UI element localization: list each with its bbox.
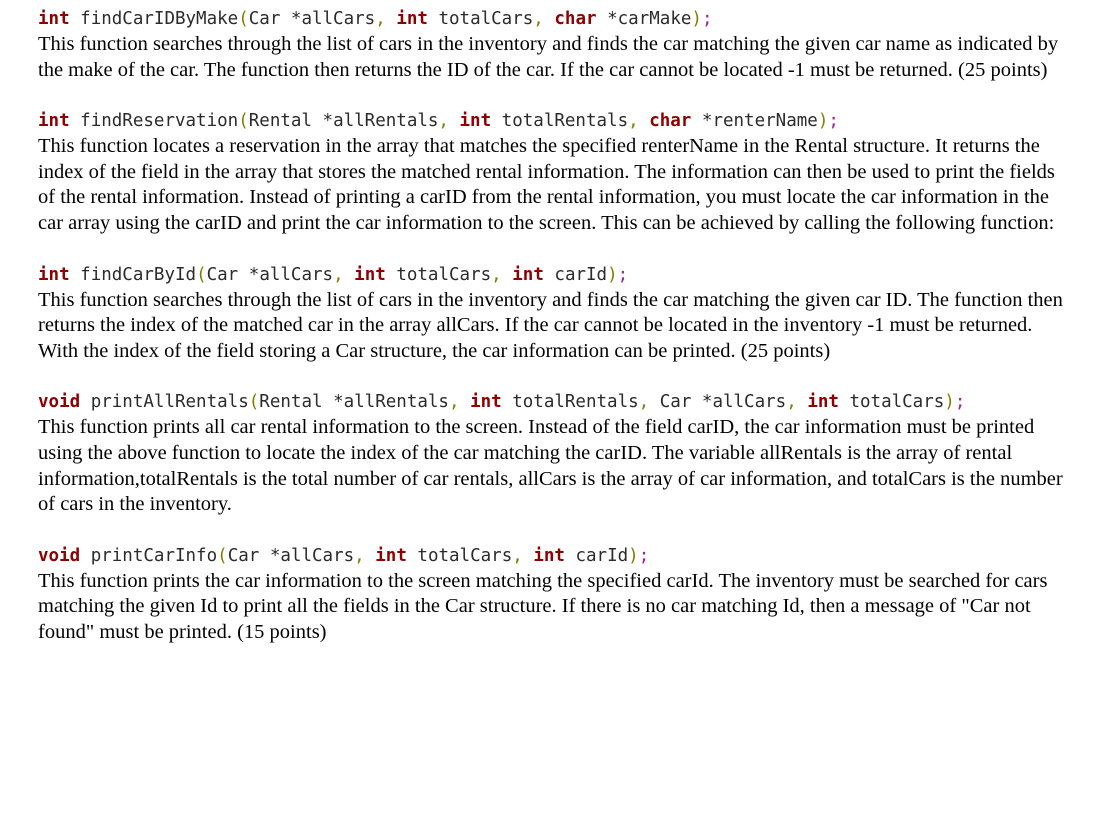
function-description: This function prints the car information…: [38, 569, 1048, 643]
code-token-type: Car: [248, 9, 281, 29]
code-token-semi: ;: [828, 111, 839, 132]
code-token-kw: int: [38, 111, 70, 132]
code-token-punc: ,: [438, 111, 449, 132]
code-token-star: *: [701, 392, 713, 413]
code-token-id: findReservation: [80, 111, 239, 132]
code-token-punc: ,: [375, 9, 386, 29]
code-token-id: carId: [575, 545, 629, 566]
code-token-punc: (: [196, 264, 207, 285]
function-signature: int findCarIDByMake(Car *allCars, int to…: [38, 6, 1071, 32]
code-token-kw: void: [38, 545, 81, 566]
code-token-type: Car: [227, 545, 260, 566]
code-token-id: findCarIDByMake: [80, 9, 239, 29]
code-token-id: printAllRentals: [90, 392, 249, 413]
code-token-kw: int: [807, 392, 839, 413]
code-token-id: carId: [554, 264, 608, 285]
code-token-punc: ,: [786, 392, 797, 413]
function-description: This function searches through the list …: [38, 33, 1059, 81]
code-token-star: *: [290, 9, 302, 29]
code-token-id: allCars: [301, 9, 376, 29]
function-signature: void printAllRentals(Rental *allRentals,…: [38, 389, 1071, 415]
code-token-semi: ;: [617, 264, 629, 285]
code-token-kw: int: [396, 9, 428, 29]
code-token-star: *: [607, 9, 618, 29]
document-body: int findCarIDByMake(Car *allCars, int to…: [0, 0, 1097, 646]
code-token-id: findCarById: [80, 264, 197, 285]
code-token-punc: ,: [354, 545, 365, 566]
code-token-punc: ,: [491, 264, 502, 285]
code-token-kw: int: [459, 111, 492, 132]
code-token-id: totalCars: [438, 9, 534, 29]
function-signature: void printCarInfo(Car *allCars, int tota…: [38, 543, 1071, 569]
code-token-kw: int: [38, 264, 70, 285]
code-token-id: allCars: [259, 264, 334, 285]
code-token-punc: (: [248, 392, 260, 413]
code-token-star: *: [248, 264, 260, 285]
code-token-punc: ): [817, 111, 829, 132]
code-token-id: totalRentals: [501, 111, 629, 132]
code-token-kw: int: [533, 545, 565, 566]
code-token-punc: ,: [628, 111, 639, 132]
function-block: int findCarIDByMake(Car *allCars, int to…: [38, 6, 1071, 83]
code-token-id: printCarInfo: [90, 545, 218, 566]
code-token-kw: char: [649, 111, 692, 132]
code-token-punc: ): [944, 392, 955, 413]
code-token-star: *: [333, 392, 344, 413]
code-token-id: allRentals: [333, 111, 439, 132]
code-token-type: Car: [659, 392, 692, 413]
code-token-kw: int: [375, 545, 407, 566]
code-token-punc: ): [607, 264, 618, 285]
function-description: This function searches through the list …: [38, 288, 1063, 362]
function-signature: int findReservation(Rental *allRentals, …: [38, 108, 1071, 134]
code-token-punc: (: [238, 111, 249, 132]
function-description: This function prints all car rental info…: [38, 416, 1063, 516]
code-token-punc: ,: [512, 545, 523, 566]
code-token-star: *: [701, 111, 713, 132]
code-token-id: totalCars: [396, 264, 492, 285]
function-signature: int findCarById(Car *allCars, int totalC…: [38, 262, 1071, 288]
code-token-punc: (: [217, 545, 228, 566]
code-token-punc: ): [691, 9, 702, 29]
code-token-punc: ): [628, 545, 639, 566]
function-description: This function locates a reservation in t…: [38, 135, 1055, 234]
code-token-kw: int: [470, 392, 502, 413]
code-token-id: renterName: [712, 111, 818, 132]
function-block: int findReservation(Rental *allRentals, …: [38, 108, 1071, 236]
function-block: void printAllRentals(Rental *allRentals,…: [38, 389, 1071, 517]
code-token-kw: int: [38, 9, 70, 29]
code-token-type: Car: [206, 264, 239, 285]
code-token-punc: ,: [448, 392, 460, 413]
code-token-punc: (: [238, 9, 249, 29]
code-token-kw: char: [554, 9, 597, 29]
code-token-kw: void: [38, 392, 81, 413]
code-token-kw: int: [354, 264, 386, 285]
code-token-id: totalCars: [417, 545, 513, 566]
code-token-id: allRentals: [343, 392, 449, 413]
code-token-type: Rental: [259, 392, 323, 413]
code-token-punc: ,: [533, 9, 544, 29]
code-token-kw: int: [512, 264, 544, 285]
function-block: int findCarById(Car *allCars, int totalC…: [38, 262, 1071, 365]
code-token-id: totalRentals: [512, 392, 639, 413]
code-token-semi: ;: [701, 9, 713, 29]
code-token-punc: ,: [638, 392, 650, 413]
code-token-id: totalCars: [849, 392, 945, 413]
code-token-type: Rental: [248, 111, 312, 132]
code-token-punc: ,: [333, 264, 344, 285]
function-block: void printCarInfo(Car *allCars, int tota…: [38, 543, 1071, 646]
code-token-semi: ;: [638, 545, 650, 566]
code-token-id: allCars: [280, 545, 355, 566]
code-token-semi: ;: [954, 392, 966, 413]
code-token-id: carMake: [617, 9, 692, 29]
code-token-star: *: [269, 545, 281, 566]
code-token-id: allCars: [712, 392, 787, 413]
code-token-star: *: [322, 111, 334, 132]
